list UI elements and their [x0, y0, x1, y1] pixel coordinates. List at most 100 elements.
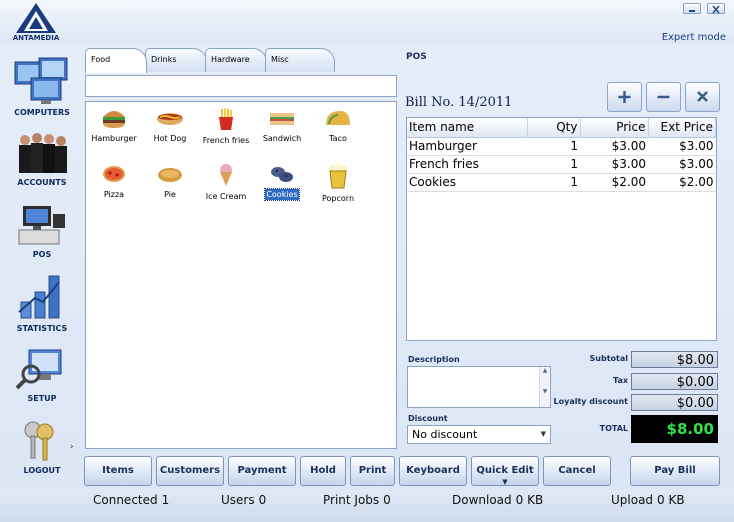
product-pizza[interactable]: Pizza — [86, 163, 142, 200]
status-print-jobs: Print Jobs 0 — [323, 493, 391, 507]
close-icon — [697, 91, 708, 102]
tax-value: $0.00 — [631, 373, 718, 390]
plus-icon — [618, 91, 631, 103]
status-download: Download 0 KB — [452, 493, 544, 507]
product-taco[interactable]: Taco — [310, 107, 366, 144]
expand-arrow-icon[interactable]: › — [70, 442, 74, 452]
tax-label: Tax — [613, 376, 628, 385]
column-header-ext-price[interactable]: Ext Price — [648, 118, 716, 138]
loyalty-discount-label: Loyalty discount — [553, 397, 628, 406]
product-grid: Hamburger Hot Dog French fries Sandwich — [85, 101, 397, 449]
tab-hardware[interactable]: Hardware — [205, 48, 267, 72]
pos-title: POS — [406, 52, 427, 62]
sidebar: COMPUTERS ACCOUNTS POS STATISTICS SETUP … — [0, 46, 84, 486]
product-ice-cream[interactable]: Ice Cream — [198, 163, 254, 202]
product-cookies[interactable]: Cookies — [254, 163, 310, 201]
total-display: $8.00 — [631, 415, 718, 443]
delete-item-button[interactable] — [685, 82, 720, 112]
total-label: TOTAL — [599, 424, 628, 433]
print-button[interactable]: Print — [350, 456, 395, 486]
payment-button[interactable]: Payment — [228, 456, 296, 486]
tab-food[interactable]: Food — [85, 48, 147, 73]
product-hamburger[interactable]: Hamburger — [86, 107, 142, 144]
sidebar-item-computers[interactable]: COMPUTERS — [6, 56, 78, 117]
cell-item-name: French fries — [407, 155, 527, 174]
sidebar-item-setup[interactable]: SETUP — [6, 346, 78, 403]
cell-price: $2.00 — [580, 173, 648, 192]
hot-dog-icon — [157, 113, 183, 125]
close-button[interactable] — [707, 3, 725, 14]
cell-ext-price: $3.00 — [648, 137, 716, 156]
cell-price: $3.00 — [580, 155, 648, 174]
product-popcorn[interactable]: Popcorn — [310, 163, 366, 204]
table-header-row: Item name Qty Price Ext Price — [407, 118, 716, 138]
hold-button[interactable]: Hold — [300, 456, 346, 486]
pie-icon — [158, 168, 182, 182]
items-button[interactable]: Items — [84, 456, 152, 486]
table-row[interactable]: Hamburger 1 $3.00 $3.00 — [407, 137, 716, 156]
hamburger-icon — [103, 111, 125, 128]
subtotal-value: $8.00 — [631, 351, 718, 368]
discount-label: Discount — [408, 414, 448, 423]
sidebar-item-pos[interactable]: POS — [6, 202, 78, 259]
accounts-icon — [19, 133, 67, 173]
column-header-qty[interactable]: Qty — [527, 118, 581, 138]
product-pie[interactable]: Pie — [142, 163, 198, 200]
column-header-price[interactable]: Price — [580, 118, 649, 138]
title-bar: ANTAMEDIA Expert mode — [0, 0, 734, 44]
cell-qty: 1 — [527, 155, 580, 174]
description-field[interactable]: ▲ ▼ — [407, 366, 551, 408]
ice-cream-icon — [220, 164, 232, 186]
antamedia-logo: ANTAMEDIA — [10, 1, 62, 43]
column-header-item-name[interactable]: Item name — [407, 118, 528, 138]
product-hot-dog[interactable]: Hot Dog — [142, 107, 198, 144]
chevron-down-icon: ▼ — [502, 478, 508, 486]
status-upload: Upload 0 KB — [611, 493, 685, 507]
setup-icon — [15, 349, 62, 390]
cell-qty: 1 — [527, 173, 580, 192]
status-connected: Connected 1 — [93, 493, 170, 507]
discount-value: No discount — [412, 428, 478, 441]
popcorn-icon — [329, 163, 347, 189]
computers-icon — [14, 57, 68, 104]
cell-ext-price: $2.00 — [648, 173, 716, 192]
pay-bill-button[interactable]: Pay Bill — [630, 456, 720, 486]
cancel-button[interactable]: Cancel — [543, 456, 611, 486]
table-row[interactable]: Cookies 1 $2.00 $2.00 — [407, 173, 716, 192]
cell-ext-price: $3.00 — [648, 155, 716, 174]
sandwich-icon — [270, 113, 294, 125]
customers-button[interactable]: Customers — [156, 456, 224, 486]
app-window: ANTAMEDIA Expert mode COMPUTERS ACCOUNTS… — [0, 0, 734, 522]
product-sandwich[interactable]: Sandwich — [254, 107, 310, 144]
bill-items-table: Item name Qty Price Ext Price Hamburger … — [406, 117, 717, 341]
add-item-button[interactable] — [607, 82, 642, 112]
description-label: Description — [408, 355, 460, 364]
product-search-input[interactable] — [85, 75, 397, 97]
french-fries-icon — [219, 108, 233, 130]
subtotal-label: Subtotal — [589, 354, 628, 363]
minus-icon — [657, 95, 670, 99]
expert-mode-link[interactable]: Expert mode — [662, 32, 726, 43]
sidebar-item-accounts[interactable]: ACCOUNTS — [6, 130, 78, 187]
minimize-button[interactable] — [683, 3, 701, 14]
cookies-icon — [271, 167, 293, 182]
discount-select[interactable]: No discount ▼ — [407, 425, 551, 444]
tab-drinks[interactable]: Drinks — [145, 48, 207, 72]
cell-item-name: Hamburger — [407, 137, 527, 156]
keyboard-button[interactable]: Keyboard — [399, 456, 467, 486]
bill-number: Bill No. 14/2011 — [405, 95, 513, 110]
cell-item-name: Cookies — [407, 173, 527, 192]
remove-item-button[interactable] — [646, 82, 681, 112]
sidebar-item-statistics[interactable]: STATISTICS — [6, 272, 78, 333]
description-scrollbar[interactable]: ▲ ▼ — [539, 367, 550, 407]
product-french-fries[interactable]: French fries — [198, 107, 254, 146]
loyalty-discount-value: $0.00 — [631, 394, 718, 411]
pos-icon — [18, 206, 65, 245]
quick-edit-button[interactable]: Quick Edit ▼ — [471, 456, 539, 486]
cell-price: $3.00 — [580, 137, 648, 156]
tab-misc[interactable]: Misc — [265, 48, 335, 72]
table-row[interactable]: French fries 1 $3.00 $3.00 — [407, 155, 716, 174]
sidebar-item-logout[interactable]: LOGOUT — [6, 418, 78, 475]
status-bar: Connected 1 Users 0 Print Jobs 0 Download 0 … — [0, 490, 734, 522]
pizza-icon — [103, 166, 125, 182]
